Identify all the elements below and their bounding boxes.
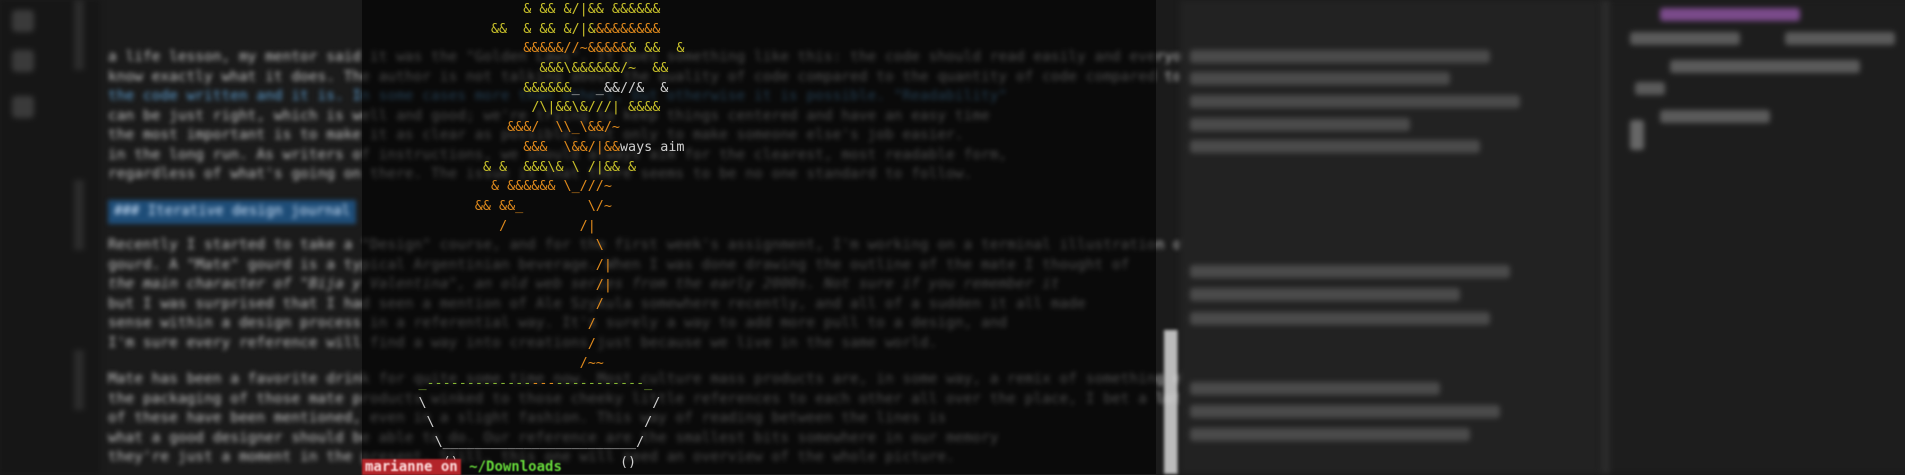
line-number-gutter: [74, 350, 84, 410]
text-line: [1190, 288, 1460, 301]
ascii-art-line: /: [587, 317, 596, 332]
ascii-art-line: / /|: [499, 218, 596, 234]
ascii-art-line: & && &/|&& &&&&&&: [523, 2, 661, 17]
text-line: [1190, 72, 1450, 85]
ascii-art-line: /~~: [579, 356, 604, 372]
explorer-item[interactable]: [1635, 82, 1665, 95]
text-line: [1190, 382, 1440, 395]
search-icon[interactable]: [12, 50, 34, 72]
line-number-gutter: [74, 0, 84, 70]
ascii-art-line: && & && &/|&&&&&&&&&: [491, 21, 661, 37]
ascii-art-line: /|: [595, 277, 612, 293]
file-explorer-pane: [1600, 0, 1905, 474]
editor-scrollbar[interactable]: [1164, 330, 1178, 474]
line-number-gutter: [74, 180, 84, 250]
ascii-art-line: _---------------------------_: [418, 376, 653, 392]
ascii-art-line: /\|&&\&///| &&&&: [531, 100, 661, 116]
text-line: [1190, 50, 1490, 63]
text-line: [1190, 312, 1490, 325]
activity-bar: [0, 0, 100, 474]
prompt-user-segment: marianne on: [362, 459, 461, 475]
text-line: [1190, 95, 1520, 108]
editor-heading: ### Iterative design journal: [108, 200, 357, 224]
ascii-art-line: /: [587, 336, 596, 352]
ascii-art-line: \ /: [418, 395, 661, 411]
ascii-art-line: &&&&&&_ _&&//& &: [523, 80, 669, 96]
ascii-art-line: \ /: [426, 415, 653, 431]
prompt-path-segment: ~/Downloads: [469, 459, 562, 475]
ascii-art-line: &&&&&//~&&&&&& && &: [523, 41, 685, 57]
ascii-art-line: & & &&&\& \ /|&& &: [482, 159, 637, 175]
explorer-item[interactable]: [1660, 110, 1770, 123]
shell-prompt: marianne on ~/Downloads: [362, 459, 562, 475]
ascii-art-line: \________________________/: [434, 435, 645, 451]
ascii-art-line: \: [579, 238, 604, 254]
source-control-icon[interactable]: [12, 96, 34, 118]
explorer-item[interactable]: [1785, 32, 1895, 45]
ascii-art-line: &&& \&&/|&&ways aim: [523, 139, 685, 155]
ascii-art-line: /: [595, 297, 604, 313]
text-line: [1190, 265, 1510, 278]
explorer-item[interactable]: [1670, 60, 1860, 73]
ascii-art-line: /|: [595, 257, 612, 273]
explorer-marker: [1630, 120, 1644, 150]
explorer-item[interactable]: [1660, 8, 1800, 21]
ascii-art-mate-gourd: & && &/|&& &&&&&& && & && &/|&&&&&&&&& &…: [362, 0, 685, 473]
explorer-item[interactable]: [1630, 32, 1740, 45]
ascii-art-line: && &&_ \/~: [474, 198, 612, 214]
text-line: [1190, 405, 1500, 418]
text-line: [1190, 118, 1410, 131]
text-line: [1190, 140, 1480, 153]
ascii-art-line: & &&&&&& \_///~: [491, 179, 612, 195]
secondary-editor-pane: [1180, 0, 1600, 474]
terminal-window[interactable]: & && &/|&& &&&&&& && & && &/|&&&&&&&&& &…: [362, 0, 1156, 475]
files-icon[interactable]: [12, 10, 34, 32]
ascii-art-line: &&&\&&&&&&/~ &&: [539, 61, 669, 77]
ascii-art-line: &&&/ \\_\&&/~: [507, 120, 620, 136]
text-line: [1190, 428, 1470, 441]
